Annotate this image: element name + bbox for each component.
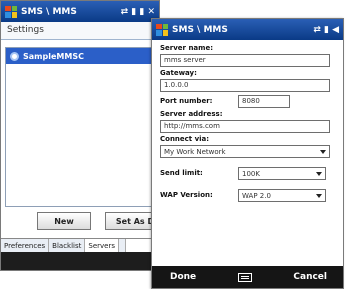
port-number-input[interactable]: 8080 — [238, 95, 290, 108]
start-menu-icon[interactable] — [156, 23, 168, 36]
send-limit-label: Send limit: — [160, 168, 203, 177]
wap-version-label: WAP Version: — [160, 190, 213, 199]
settings-window: SMS \ MMS ⇄ ▮ ▮ ✕ Settings SampleMMSC Ne… — [0, 0, 160, 271]
server-name-label: Server name: — [160, 44, 213, 52]
keyboard-icon[interactable] — [237, 272, 252, 282]
soft-key-bar: Done Cancel — [152, 266, 343, 288]
app-title: SMS \ MMS — [21, 6, 77, 17]
server-name-input[interactable]: mms server — [160, 54, 330, 67]
gateway-input[interactable]: 1.0.0.0 — [160, 79, 330, 92]
send-limit-dropdown[interactable]: 100K — [238, 167, 326, 180]
server-icon — [10, 51, 19, 61]
app-title: SMS \ MMS — [172, 24, 228, 35]
server-list: SampleMMSC — [5, 47, 157, 207]
soft-key-bar — [1, 252, 159, 270]
list-item[interactable]: SampleMMSC — [6, 48, 156, 64]
status-icons: ⇄ ▮ ▮ ✕ — [120, 6, 155, 17]
title-bar: SMS \ MMS ⇄ ▮ ▮ ✕ — [1, 1, 159, 22]
connect-via-label: Connect via: — [160, 135, 210, 143]
chevron-down-icon — [316, 171, 322, 176]
mms-server-form-window: SMS \ MMS ⇄ ▮ ◀ Server name: mms server … — [151, 18, 344, 289]
connect-via-value: My Work Network — [164, 147, 226, 156]
done-softkey[interactable]: Done — [170, 272, 196, 282]
new-button[interactable]: New — [37, 212, 91, 230]
title-bar: SMS \ MMS ⇄ ▮ ◀ — [152, 19, 343, 40]
server-address-label: Server address: — [160, 110, 223, 118]
button-row: New Set As D — [1, 212, 159, 234]
connect-via-dropdown[interactable]: My Work Network — [160, 145, 330, 158]
chevron-down-icon — [320, 149, 326, 154]
port-number-label: Port number: — [160, 96, 213, 105]
page-title: Settings — [1, 22, 159, 40]
wap-version-dropdown[interactable]: WAP 2.0 — [238, 189, 326, 202]
cancel-softkey[interactable]: Cancel — [293, 272, 327, 282]
list-item-label: SampleMMSC — [23, 51, 84, 61]
chevron-down-icon — [316, 193, 322, 198]
server-form: Server name: mms server Gateway: 1.0.0.0… — [152, 40, 343, 204]
gateway-label: Gateway: — [160, 69, 197, 77]
status-icons: ⇄ ▮ ◀ — [313, 24, 339, 35]
send-limit-value: 100K — [242, 169, 260, 178]
wap-version-value: WAP 2.0 — [242, 191, 271, 200]
start-menu-icon[interactable] — [5, 5, 17, 18]
server-address-input[interactable]: http://mms.com — [160, 120, 330, 133]
